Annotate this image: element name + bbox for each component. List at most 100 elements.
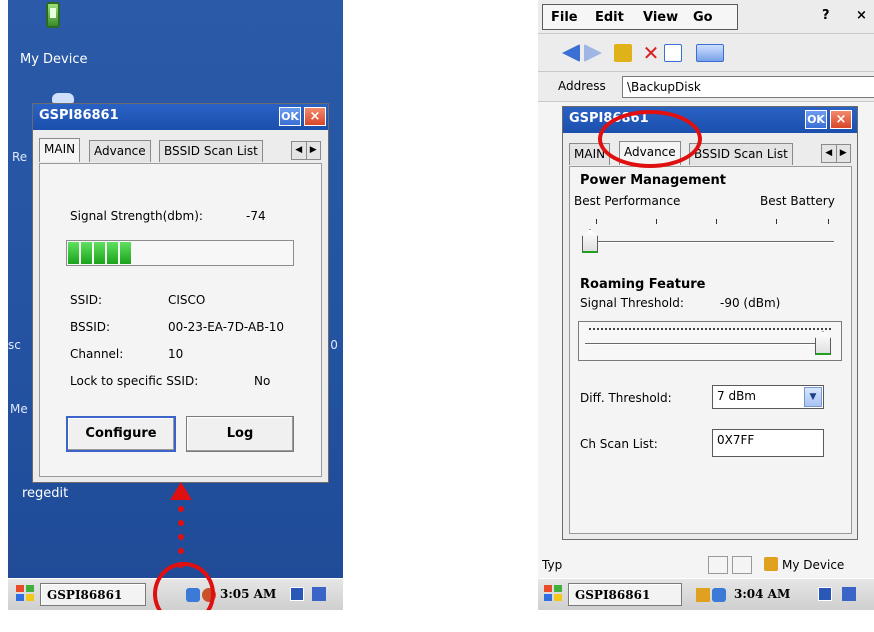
keyboard-icon[interactable] [290,587,304,601]
signal-slider-thumb[interactable] [815,331,831,355]
windows-start-icon[interactable] [16,585,36,603]
menu-go[interactable]: Go [693,10,713,25]
desktop-partial-label: Me [10,402,28,416]
slider-tick [776,219,777,224]
channel-value: 10 [168,347,184,361]
status-pane [732,556,752,574]
annotation-circle [153,562,215,610]
diff-threshold-label: Diff. Threshold: [580,391,672,405]
chevron-down-icon[interactable]: ▼ [804,387,822,407]
taskbar-clock: 3:05 AM [220,587,277,601]
tab-scroll-arrows[interactable]: ◀ ▶ [291,141,321,160]
annotation-dot [178,548,184,554]
channel-label: Channel: [70,347,124,361]
bssid-label: BSSID: [70,320,111,334]
app-tray-icon[interactable] [696,588,710,602]
chevron-left-icon[interactable]: ◀ [292,142,307,159]
windows-start-icon[interactable] [544,585,564,603]
diff-threshold-select[interactable]: 7 dBm ▼ [712,385,824,409]
my-device-label[interactable]: My Device [20,52,88,67]
configure-button[interactable]: Configure [66,416,176,452]
delete-icon[interactable]: ✕ [642,43,660,63]
ch-scan-list-input[interactable]: 0X7FF [712,429,824,457]
desktop-partial-label: Re [12,150,28,164]
back-icon[interactable] [562,44,580,62]
signal-strength-label: Signal Strength(dbm): [70,209,203,223]
slider-tick [828,219,829,224]
up-folder-icon[interactable] [614,44,632,62]
network-desktop-icon[interactable] [52,93,74,103]
bssid-value: 00-23-EA-7D-AB-10 [168,320,285,334]
tab-bssid-scan-list[interactable]: BSSID Scan List [159,140,263,162]
tab-advance[interactable]: Advance [89,140,151,162]
advance-tab-panel: Power Management Best Performance Best B… [569,166,852,534]
help-icon[interactable]: ? [822,8,830,23]
signal-threshold-value: -90 (dBm) [720,296,781,310]
menu-view[interactable]: View [643,10,678,25]
ssid-value: CISCO [168,293,206,307]
chevron-left-icon[interactable]: ◀ [822,145,837,162]
properties-icon[interactable] [664,44,682,62]
diff-threshold-value: 7 dBm [717,389,756,403]
power-slider-track[interactable] [590,241,834,243]
annotation-dot [178,534,184,540]
device-status-icon [764,557,778,571]
toolbar: ✕ [538,34,874,72]
signal-bar-segment [120,242,131,264]
keyboard-icon[interactable] [818,587,832,601]
ok-button[interactable]: OK [805,110,827,129]
switch-window-icon[interactable] [312,587,326,601]
slider-ticks [589,328,831,331]
chevron-right-icon[interactable]: ▶ [837,145,851,162]
annotation-dot [178,506,184,512]
signal-bar-segment [94,242,105,264]
close-icon[interactable]: × [856,8,867,23]
wifi-tray-icon[interactable] [712,588,726,602]
close-button[interactable]: × [304,107,326,126]
annotation-dot [178,520,184,526]
my-device-icon[interactable] [46,2,60,28]
signal-bar-segment [68,242,79,264]
signal-threshold-slider-frame[interactable] [578,321,842,361]
forward-icon[interactable] [584,44,602,62]
wifi-dialog: GSPI86861 OK × MAIN Advance BSSID Scan L… [562,106,858,540]
taskbar-task-button[interactable]: GSPI86861 [568,583,682,606]
menu-edit[interactable]: Edit [595,10,624,25]
ssid-label: SSID: [70,293,103,307]
ch-scan-list-label: Ch Scan List: [580,437,658,451]
lock-ssid-value: No [254,374,271,388]
signal-threshold-label: Signal Threshold: [580,296,684,310]
status-fragment: Typ [542,558,563,572]
address-bar: Address \BackupDisk [538,72,874,102]
address-input[interactable]: \BackupDisk [622,76,874,98]
taskbar-clock: 3:04 AM [734,587,791,601]
menu-file[interactable]: File [551,10,578,25]
signal-bar-fill [68,242,131,264]
signal-strength-value: -74 [246,209,266,223]
best-battery-label: Best Battery [760,194,835,208]
ok-button[interactable]: OK [279,107,301,126]
log-button[interactable]: Log [186,416,294,452]
tab-scroll-arrows[interactable]: ◀ ▶ [821,144,851,163]
regedit-label[interactable]: regedit [22,486,68,501]
signal-bar-segment [107,242,118,264]
best-performance-label: Best Performance [574,194,681,208]
status-my-device-label: My Device [782,558,845,572]
tab-bssid-scan-list[interactable]: BSSID Scan List [689,143,793,165]
slider-tick [716,219,717,224]
main-tab-panel: Signal Strength(dbm): -74 SSID: CISCO BS… [39,163,322,477]
close-button[interactable]: × [830,110,852,129]
desktop-partial-label: sc [8,338,21,352]
power-management-heading: Power Management [580,173,726,188]
power-slider-thumb[interactable] [582,229,598,253]
switch-window-icon[interactable] [842,587,856,601]
signal-bar-segment [81,242,92,264]
taskbar-task-button[interactable]: GSPI86861 [40,583,146,606]
signal-slider-track[interactable] [585,343,821,345]
signal-strength-bar [66,240,294,266]
tab-strip: MAIN Advance BSSID Scan List ◀ ▶ [39,138,324,162]
tab-main[interactable]: MAIN [39,138,81,162]
views-dropdown-icon[interactable] [696,44,724,62]
lock-ssid-label: Lock to specific SSID: [70,374,199,388]
chevron-right-icon[interactable]: ▶ [307,142,321,159]
